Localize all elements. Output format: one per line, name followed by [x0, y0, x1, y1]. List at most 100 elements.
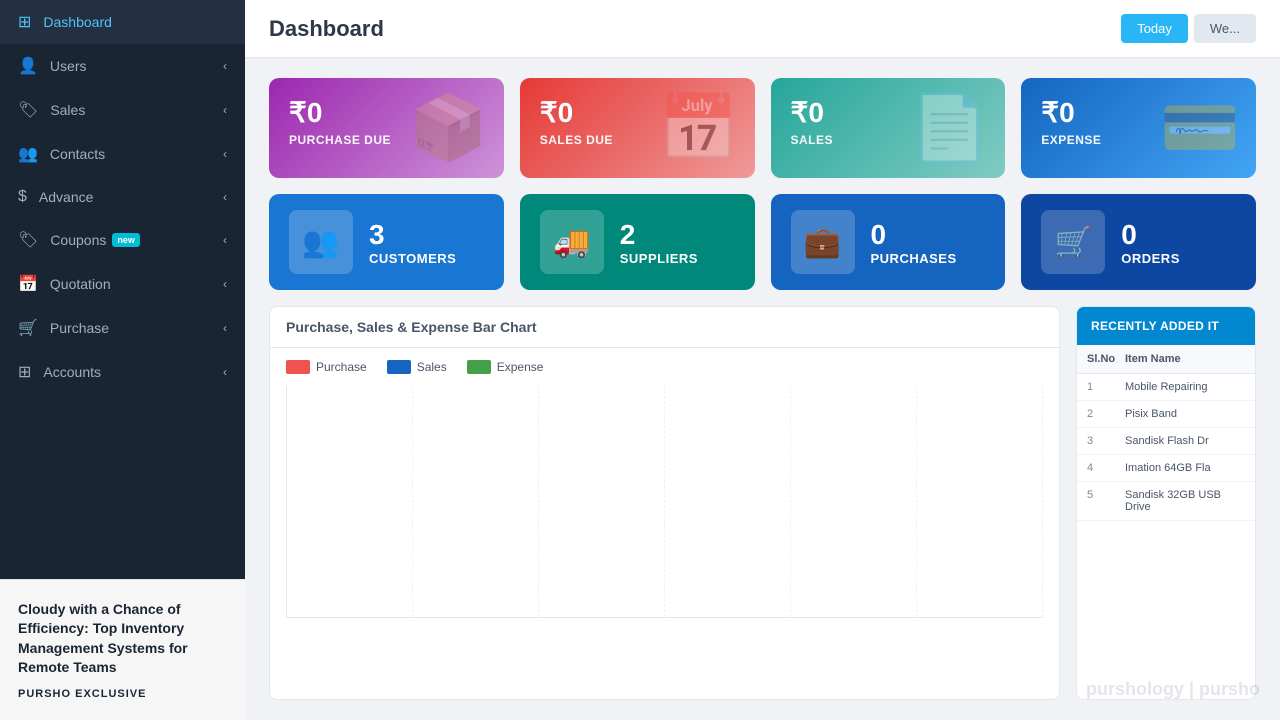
- col-name-header: Item Name: [1125, 353, 1245, 365]
- stat-card-sales[interactable]: ₹0 SALES 📄: [771, 78, 1006, 178]
- row-4-name: Imation 64GB Fla: [1125, 462, 1245, 474]
- sidebar-item-purchase[interactable]: 🛒 Purchase ‹: [0, 306, 245, 350]
- customers-label: CUSTOMERS: [369, 251, 456, 266]
- today-button[interactable]: Today: [1121, 14, 1188, 43]
- sidebar-label-purchase: Purchase: [50, 320, 109, 336]
- page-title: Dashboard: [269, 16, 384, 42]
- recently-added-table: Sl.No Item Name 1 Mobile Repairing 2 Pis…: [1077, 345, 1255, 521]
- legend-purchase: Purchase: [286, 360, 367, 374]
- recently-row-5: 5 Sandisk 32GB USB Drive: [1077, 482, 1255, 521]
- new-badge: new: [112, 233, 140, 247]
- recently-row-2: 2 Pisix Band: [1077, 401, 1255, 428]
- suppliers-icon: 🚚: [540, 210, 604, 274]
- sales-icon: 📄: [910, 91, 990, 166]
- bottom-row: Purchase, Sales & Expense Bar Chart Purc…: [269, 306, 1256, 700]
- sidebar-label-users: Users: [50, 58, 87, 74]
- orders-icon: 🛒: [1041, 210, 1105, 274]
- row-2-sl: 2: [1087, 408, 1117, 420]
- recently-row-1: 1 Mobile Repairing: [1077, 374, 1255, 401]
- chart-col-4: [665, 386, 791, 617]
- sidebar-item-coupons[interactable]: 🏷 Coupons new ‹: [0, 218, 245, 262]
- sidebar-item-users[interactable]: 👤 Users ‹: [0, 44, 245, 88]
- chevron-icon: ‹: [223, 59, 227, 73]
- legend-purchase-label: Purchase: [316, 360, 367, 374]
- legend-expense-label: Expense: [497, 360, 544, 374]
- orders-label: ORDERS: [1121, 251, 1180, 266]
- chart-bars: [286, 386, 1043, 618]
- chevron-icon-quotation: ‹: [223, 277, 227, 291]
- info-card-customers[interactable]: 👥 3 CUSTOMERS: [269, 194, 504, 290]
- chart-col-6: [917, 386, 1043, 617]
- row-3-sl: 3: [1087, 435, 1117, 447]
- chevron-icon-sales: ‹: [223, 103, 227, 117]
- row-2-name: Pisix Band: [1125, 408, 1245, 420]
- chart-title: Purchase, Sales & Expense Bar Chart: [270, 307, 1059, 348]
- sidebar-label-accounts: Accounts: [43, 364, 101, 380]
- chevron-icon-accounts: ‹: [223, 365, 227, 379]
- row-1-name: Mobile Repairing: [1125, 381, 1245, 393]
- chart-col-3: [539, 386, 665, 617]
- purchases-count: 0: [871, 219, 957, 251]
- quotation-icon: 📅: [18, 274, 38, 294]
- ad-label: PURSHO EXCLUSIVE: [18, 688, 227, 700]
- top-bar-actions: Today We...: [1121, 14, 1256, 43]
- chevron-icon-advance: ‹: [223, 190, 227, 204]
- purchase-due-icon: 📦: [408, 91, 488, 166]
- legend-expense-dot: [467, 360, 491, 374]
- suppliers-count: 2: [620, 219, 698, 251]
- chart-col-5: [791, 386, 917, 617]
- sales-due-icon: 📅: [659, 91, 739, 166]
- dashboard-icon: ⊞: [18, 12, 31, 32]
- customers-icon: 👥: [289, 210, 353, 274]
- expense-icon: 💳: [1160, 91, 1240, 166]
- stat-card-expense[interactable]: ₹0 EXPENSE 💳: [1021, 78, 1256, 178]
- purchase-icon: 🛒: [18, 318, 38, 338]
- sidebar-label-quotation: Quotation: [50, 276, 111, 292]
- info-card-purchases[interactable]: 💼 0 PURCHASES: [771, 194, 1006, 290]
- sidebar-item-accounts[interactable]: ⊞ Accounts ‹: [0, 350, 245, 394]
- ad-overlay: Cloudy with a Chance of Efficiency: Top …: [0, 579, 245, 720]
- sidebar-label-advance: Advance: [39, 189, 93, 205]
- row-1-sl: 1: [1087, 381, 1117, 393]
- sidebar-label-dashboard: Dashboard: [43, 14, 112, 30]
- legend-sales-dot: [387, 360, 411, 374]
- sidebar-label-contacts: Contacts: [50, 146, 105, 162]
- users-icon: 👤: [18, 56, 38, 76]
- chart-col-1: [287, 386, 413, 617]
- recently-added-section: RECENTLY ADDED IT Sl.No Item Name 1 Mobi…: [1076, 306, 1256, 700]
- legend-purchase-dot: [286, 360, 310, 374]
- sidebar-item-advance[interactable]: $ Advance ‹: [0, 176, 245, 218]
- chart-legend: Purchase Sales Expense: [270, 348, 1059, 386]
- recently-row-3: 3 Sandisk Flash Dr: [1077, 428, 1255, 455]
- chevron-icon-purchase: ‹: [223, 321, 227, 335]
- info-cards-row: 👥 3 CUSTOMERS 🚚 2 SUPPLIERS 💼 0 PURCHASE…: [269, 194, 1256, 290]
- suppliers-label: SUPPLIERS: [620, 251, 698, 266]
- row-5-sl: 5: [1087, 489, 1117, 501]
- sidebar: ⊞ Dashboard 👤 Users ‹ 🏷 Sales ‹ 👥 Contac…: [0, 0, 245, 720]
- week-button[interactable]: We...: [1194, 14, 1256, 43]
- info-card-orders[interactable]: 🛒 0 ORDERS: [1021, 194, 1256, 290]
- accounts-icon: ⊞: [18, 362, 31, 382]
- col-sl-header: Sl.No: [1087, 353, 1117, 365]
- purchases-icon: 💼: [791, 210, 855, 274]
- legend-expense: Expense: [467, 360, 544, 374]
- chart-col-2: [413, 386, 539, 617]
- legend-sales: Sales: [387, 360, 447, 374]
- dashboard-content: ₹0 PURCHASE DUE 📦 ₹0 SALES DUE 📅 ₹0 SALE…: [245, 58, 1280, 720]
- chevron-icon-contacts: ‹: [223, 147, 227, 161]
- stat-card-sales-due[interactable]: ₹0 SALES DUE 📅: [520, 78, 755, 178]
- contacts-icon: 👥: [18, 144, 38, 164]
- stat-card-purchase-due[interactable]: ₹0 PURCHASE DUE 📦: [269, 78, 504, 178]
- chart-grid: [270, 386, 1059, 626]
- row-3-name: Sandisk Flash Dr: [1125, 435, 1245, 447]
- sidebar-label-sales: Sales: [50, 102, 85, 118]
- row-4-sl: 4: [1087, 462, 1117, 474]
- sidebar-item-quotation[interactable]: 📅 Quotation ‹: [0, 262, 245, 306]
- sidebar-item-contacts[interactable]: 👥 Contacts ‹: [0, 132, 245, 176]
- top-bar: Dashboard Today We...: [245, 0, 1280, 58]
- sidebar-item-sales[interactable]: 🏷 Sales ‹: [0, 88, 245, 132]
- sidebar-item-dashboard[interactable]: ⊞ Dashboard: [0, 0, 245, 44]
- orders-count: 0: [1121, 219, 1180, 251]
- info-card-suppliers[interactable]: 🚚 2 SUPPLIERS: [520, 194, 755, 290]
- row-5-name: Sandisk 32GB USB Drive: [1125, 489, 1245, 513]
